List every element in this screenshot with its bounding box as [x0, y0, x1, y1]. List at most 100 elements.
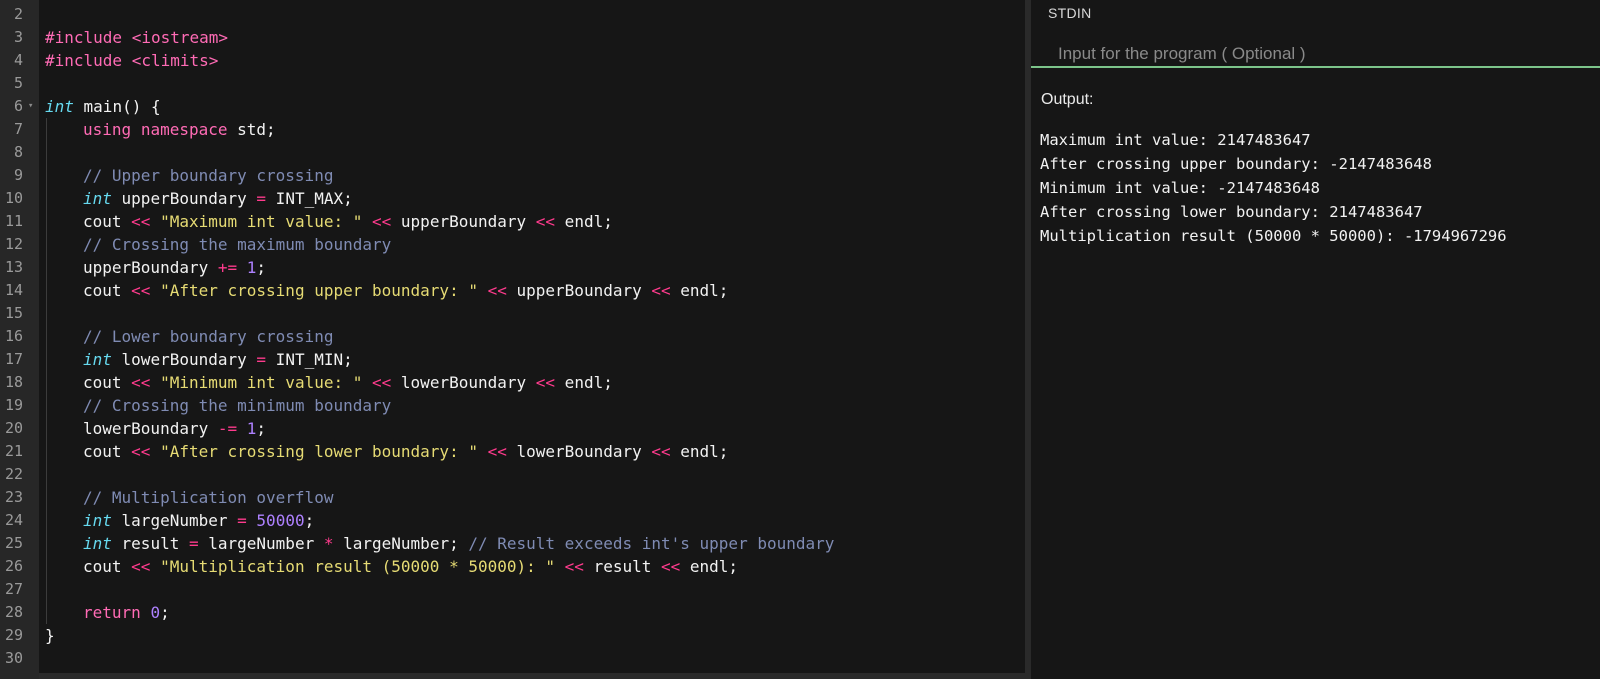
code-editor[interactable]: 2 3 #include <iostream> 4 #include <climits>… — [0, 0, 1025, 679]
fold-arrow-icon[interactable]: ▾ — [28, 95, 33, 118]
code-line[interactable]: 12 // Crossing the maximum boundary — [0, 233, 1025, 256]
code-line[interactable]: 17 int lowerBoundary = INT_MIN; — [0, 348, 1025, 371]
code-token: = — [188, 534, 199, 553]
code-token: #include — [45, 28, 132, 47]
code-line[interactable]: 5 — [0, 72, 1025, 95]
code-token: << — [131, 442, 151, 461]
code-text: int upperBoundary = INT_MAX; — [83, 187, 353, 210]
code-text: #include <iostream> — [45, 26, 228, 49]
code-line[interactable]: 4 #include <climits> — [0, 49, 1025, 72]
code-line[interactable]: 3 #include <iostream> — [0, 26, 1025, 49]
code-token: lowerBoundary — [83, 419, 218, 438]
indent-guide — [46, 348, 47, 371]
indent-guide — [46, 417, 47, 440]
line-number: 6 — [13, 97, 23, 115]
indent-guide — [46, 141, 47, 164]
line-number: 29 — [4, 626, 23, 644]
code-line[interactable]: 28 return 0; — [0, 601, 1025, 624]
code-token: = — [256, 350, 267, 369]
output-line: Maximum int value: 2147483647 — [1040, 131, 1311, 149]
code-text: int largeNumber = 50000; — [83, 509, 314, 532]
line-number: 4 — [13, 51, 23, 69]
code-text: // Crossing the minimum boundary — [83, 394, 391, 417]
code-token: upperBoundary — [391, 212, 536, 231]
code-line[interactable]: 30 — [0, 647, 1025, 670]
code-text: upperBoundary += 1; — [83, 256, 266, 279]
stdin-input[interactable] — [1031, 42, 1600, 68]
indent-guide — [46, 187, 47, 210]
code-line[interactable]: 25 int result = largeNumber * largeNumber… — [0, 532, 1025, 555]
code-line[interactable]: 11 cout << "Maximum int value: " << upper… — [0, 210, 1025, 233]
line-number: 26 — [4, 557, 23, 575]
code-line[interactable]: 8 — [0, 141, 1025, 164]
line-number: 15 — [4, 304, 23, 322]
code-line[interactable]: 20 lowerBoundary -= 1; — [0, 417, 1025, 440]
code-line[interactable]: 27 — [0, 578, 1025, 601]
code-token: << — [131, 557, 151, 576]
line-number: 9 — [13, 166, 23, 184]
code-token: << — [487, 442, 507, 461]
line-number: 23 — [4, 488, 23, 506]
indent-guide — [46, 118, 47, 141]
code-text: cout << "Minimum int value: " << lowerBo… — [83, 371, 613, 394]
code-text: return 0; — [83, 601, 170, 624]
line-number: 20 — [4, 419, 23, 437]
code-token: 1 — [246, 419, 257, 438]
code-token: << — [487, 281, 507, 300]
code-line[interactable]: 19 // Crossing the minimum boundary — [0, 394, 1025, 417]
code-token: << — [131, 212, 151, 231]
code-line[interactable]: 14 cout << "After crossing upper boundary… — [0, 279, 1025, 302]
stdin-label: STDIN — [1048, 5, 1092, 21]
code-line[interactable]: 21 cout << "After crossing lower boundary… — [0, 440, 1025, 463]
code-line[interactable]: 16 // Lower boundary crossing — [0, 325, 1025, 348]
code-token: result — [583, 557, 661, 576]
code-token: "Minimum int value: " — [160, 373, 363, 392]
code-token: // Multiplication overflow — [83, 488, 334, 507]
code-token: <iostream> — [131, 28, 229, 47]
horizontal-scrollbar[interactable] — [39, 673, 1025, 679]
code-text: int main() { — [45, 95, 161, 118]
code-token: // Result exceeds int's upper boundary — [468, 534, 835, 553]
code-token: cout — [83, 212, 132, 231]
code-line[interactable]: 9 // Upper boundary crossing — [0, 164, 1025, 187]
code-line[interactable]: 22 — [0, 463, 1025, 486]
code-line[interactable]: 18 cout << "Minimum int value: " << lower… — [0, 371, 1025, 394]
line-number: 3 — [13, 28, 23, 46]
code-line[interactable]: 29} — [0, 624, 1025, 647]
code-text: // Multiplication overflow — [83, 486, 333, 509]
line-number: 18 — [4, 373, 23, 391]
code-token: << — [651, 442, 671, 461]
code-line[interactable]: 23 // Multiplication overflow — [0, 486, 1025, 509]
code-token: << — [372, 373, 392, 392]
code-line[interactable]: 7 using namespace std; — [0, 118, 1025, 141]
code-line[interactable]: 13 upperBoundary += 1; — [0, 256, 1025, 279]
code-token: "After crossing lower boundary: " — [160, 442, 478, 461]
code-line[interactable]: 6 ▾ int main() { — [0, 95, 1025, 118]
code-text: int lowerBoundary = INT_MIN; — [83, 348, 353, 371]
code-line[interactable]: 2 — [0, 3, 1025, 26]
code-line[interactable]: 15 — [0, 302, 1025, 325]
line-number: 13 — [4, 258, 23, 276]
code-text: cout << "Maximum int value: " << upperBo… — [83, 210, 613, 233]
code-token: << — [535, 212, 556, 231]
code-text: lowerBoundary -= 1; — [83, 417, 266, 440]
code-token: lowerBoundary — [506, 442, 652, 461]
line-number: 5 — [13, 74, 23, 92]
code-line[interactable]: 24 int largeNumber = 50000; — [0, 509, 1025, 532]
code-token: << — [564, 557, 584, 576]
output-line: Multiplication result (50000 * 50000): -… — [1040, 227, 1507, 245]
code-text: cout << "After crossing lower boundary: … — [83, 440, 728, 463]
code-token: largeNumber; — [333, 534, 469, 553]
code-line[interactable]: 10 int upperBoundary = INT_MAX; — [0, 187, 1025, 210]
indent-guide — [46, 164, 47, 187]
code-token: "Multiplication result (50000 * 50000): … — [160, 557, 556, 576]
code-token: INT_MAX; — [266, 189, 353, 208]
code-token: << — [651, 281, 671, 300]
code-line[interactable]: 26 cout << "Multiplication result (50000 … — [0, 555, 1025, 578]
output-line: Minimum int value: -2147483648 — [1040, 179, 1320, 197]
line-number: 28 — [4, 603, 23, 621]
